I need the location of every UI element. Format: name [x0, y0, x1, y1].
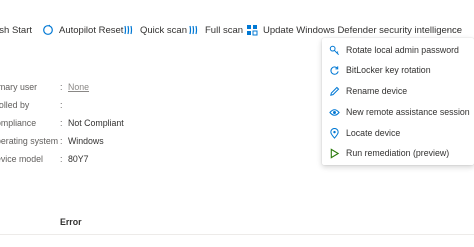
menu-item-label: Rename device: [346, 86, 408, 96]
property-colon: :: [60, 118, 63, 128]
quick-scan-icon: [124, 25, 133, 35]
update-defender-label: Update Windows Defender security intelli…: [263, 24, 463, 36]
defender-update-icon: [247, 25, 258, 36]
menu-item-run-remediation[interactable]: Run remediation (preview): [322, 143, 474, 163]
key-icon: [329, 45, 339, 55]
property-colon: :: [60, 154, 63, 164]
menu-item-label: Locate device: [346, 128, 401, 138]
pencil-icon: [330, 86, 340, 96]
menu-item-label: Rotate local admin password: [346, 45, 459, 55]
location-pin-icon: [330, 127, 339, 139]
property-value: 80Y7: [68, 154, 89, 164]
menu-item-rotate-admin-password[interactable]: Rotate local admin password: [322, 40, 474, 60]
menu-item-locate-device[interactable]: Locate device: [322, 123, 474, 143]
property-label: imary user: [0, 82, 38, 92]
autopilot-reset-icon: [43, 24, 53, 35]
autopilot-reset-button[interactable]: Autopilot Reset: [42, 22, 123, 38]
menu-item-remote-assistance[interactable]: New remote assistance session: [322, 102, 474, 122]
menu-item-bitlocker-rotation[interactable]: BitLocker key rotation: [322, 60, 474, 80]
primary-user-link[interactable]: None: [68, 82, 89, 92]
menu-item-label: New remote assistance session: [346, 107, 470, 117]
table-divider: [0, 234, 474, 235]
play-icon: [330, 147, 340, 159]
menu-item-label: BitLocker key rotation: [346, 65, 431, 75]
property-colon: :: [60, 136, 63, 146]
quick-scan-button[interactable]: Quick scan: [123, 22, 187, 38]
property-value: Not Compliant: [68, 118, 124, 128]
refresh-start-label: esh Start: [0, 24, 33, 36]
menu-item-label: Run remediation (preview): [346, 148, 450, 158]
more-actions-button[interactable]: ···: [446, 22, 461, 36]
bitlocker-icon: [330, 65, 339, 75]
full-scan-button[interactable]: Full scan: [188, 22, 243, 38]
more-actions-menu: Rotate local admin password BitLocker ke…: [322, 38, 474, 165]
full-scan-label: Full scan: [205, 24, 244, 36]
update-defender-button[interactable]: Update Windows Defender security intelli…: [246, 22, 462, 38]
property-label: evice model: [0, 154, 43, 164]
quick-scan-label: Quick scan: [140, 24, 187, 36]
menu-item-rename-device[interactable]: Rename device: [322, 81, 474, 101]
property-value: Windows: [68, 136, 104, 146]
remote-assistance-icon: [329, 108, 340, 116]
full-scan-icon: [189, 25, 198, 35]
refresh-start-button[interactable]: esh Start: [0, 22, 32, 38]
property-label: ompliance: [0, 118, 37, 128]
autopilot-reset-label: Autopilot Reset: [59, 24, 124, 36]
property-colon: :: [60, 82, 63, 92]
property-label: perating system: [0, 136, 59, 146]
property-colon: :: [60, 100, 63, 110]
error-column-header[interactable]: Error: [60, 217, 82, 227]
property-label: rolled by: [0, 100, 30, 110]
